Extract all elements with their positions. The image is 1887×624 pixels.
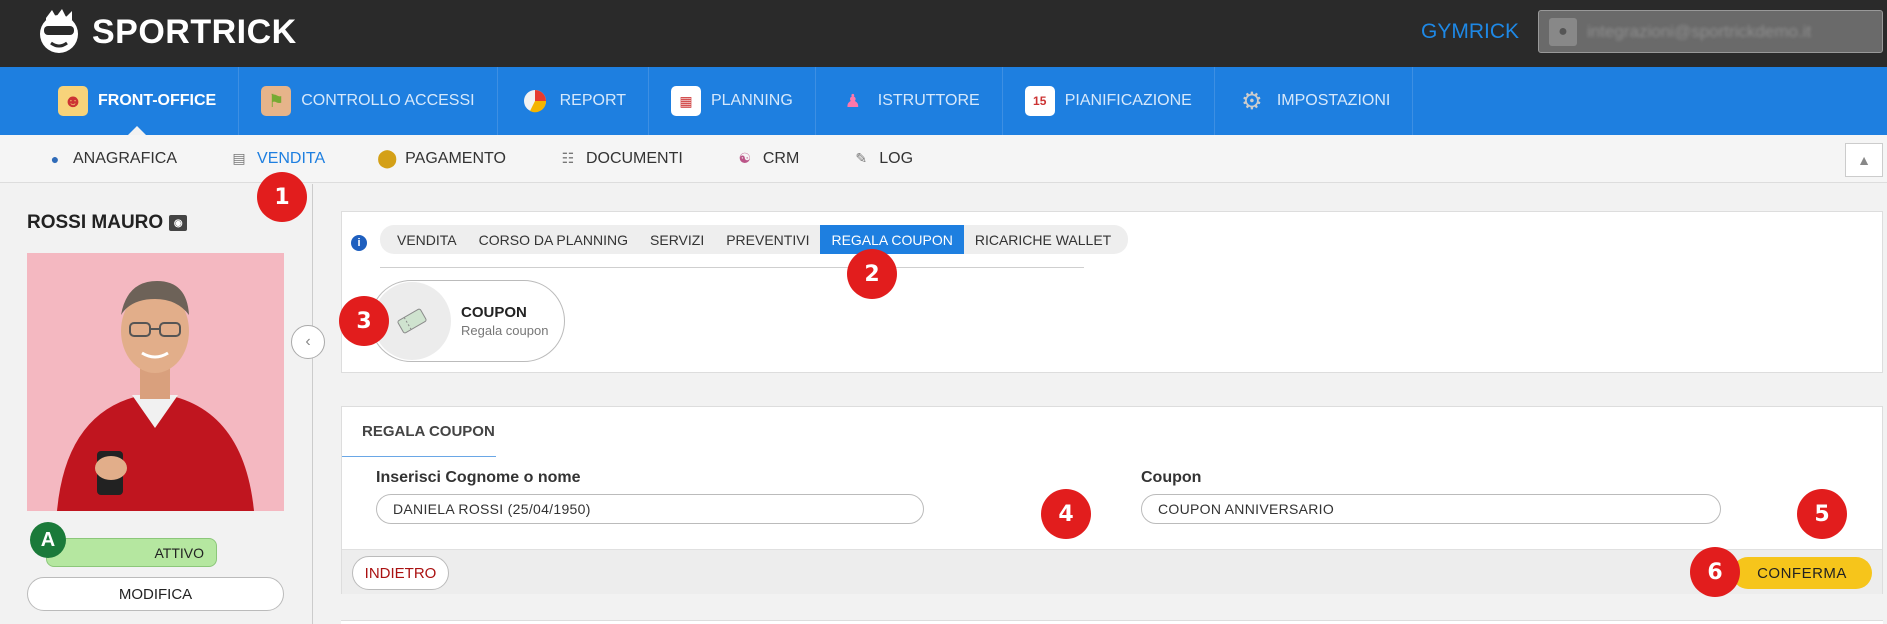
app-name: SPORTRICK xyxy=(92,12,297,51)
annotation-badge-6: 6 xyxy=(1690,547,1740,597)
main-nav-label: ISTRUTTORE xyxy=(877,92,980,109)
sale-type-panel: i VENDITA CORSO DA PLANNING SERVIZI PREV… xyxy=(341,211,1883,373)
coupon-select[interactable]: COUPON ANNIVERSARIO xyxy=(1141,494,1721,524)
tab-servizi[interactable]: SERVIZI xyxy=(639,225,715,254)
pie-chart-icon xyxy=(520,86,550,116)
document-icon: ☷ xyxy=(561,150,575,166)
main-nav-istruttore[interactable]: ♟ ISTRUTTORE xyxy=(816,67,1003,135)
main-nav-label: PIANIFICAZIONE xyxy=(1064,92,1192,109)
log-icon: ✎ xyxy=(855,150,868,166)
app-logo[interactable]: SPORTRICK xyxy=(34,6,297,58)
calendar-grid-icon: ▦ xyxy=(670,86,701,116)
pin-icon: ▲ xyxy=(1857,152,1871,168)
main-nav-impostazioni[interactable]: ⚙ IMPOSTAZIONI xyxy=(1215,67,1414,135)
main-nav-label: FRONT-OFFICE xyxy=(98,92,217,109)
main-nav-label: REPORT xyxy=(559,92,626,109)
sub-nav-log[interactable]: ✎ LOG xyxy=(851,149,913,169)
tab-vendita[interactable]: VENDITA xyxy=(386,225,468,254)
pin-button[interactable]: ▲ xyxy=(1845,143,1883,177)
annotation-badge-1: 1 xyxy=(257,172,307,222)
main-nav-label: PLANNING xyxy=(710,92,793,109)
status-badge: ATTIVO xyxy=(46,538,217,567)
user-email: integrazioni@sportrickdemo.it xyxy=(1587,21,1812,41)
name-search-label: Inserisci Cognome o nome xyxy=(376,469,581,486)
coupon-card-button[interactable]: COUPON Regala coupon xyxy=(370,280,565,362)
access-control-icon: ⚑ xyxy=(261,86,292,116)
person-icon: ● xyxy=(50,150,60,167)
edit-profile-button[interactable]: MODIFICA xyxy=(27,577,284,611)
gym-name-link[interactable]: GYMRICK xyxy=(1421,20,1519,44)
sub-nav-crm[interactable]: ☯ CRM xyxy=(735,149,800,169)
main-nav-controllo-accessi[interactable]: ⚑ CONTROLLO ACCESSI xyxy=(239,67,498,135)
main-nav-report[interactable]: REPORT xyxy=(498,67,649,135)
camera-icon[interactable]: ◉ xyxy=(169,215,188,231)
sub-nav-label: LOG xyxy=(879,149,914,167)
coin-icon: ⬤ xyxy=(377,148,398,168)
next-panel-edge xyxy=(341,620,1883,624)
main-nav-front-office[interactable]: ☻ FRONT-OFFICE xyxy=(36,67,240,135)
coupon-card-title: COUPON xyxy=(461,304,527,321)
form-header-tab[interactable]: REGALA COUPON xyxy=(342,407,496,457)
name-search-input[interactable]: DANIELA ROSSI (25/04/1950) xyxy=(376,494,924,524)
coupon-card-text: COUPON Regala coupon xyxy=(461,304,548,338)
sub-nav-pagamento[interactable]: ⬤ PAGAMENTO xyxy=(377,148,506,169)
coupon-card-subtitle: Regala coupon xyxy=(461,323,549,338)
confirm-button[interactable]: CONFERMA xyxy=(1732,557,1872,589)
main-nav-pianificazione[interactable]: 15 PIANIFICAZIONE xyxy=(1003,67,1215,135)
sub-nav-documenti[interactable]: ☷ DOCUMENTI xyxy=(558,149,683,169)
chevron-left-icon: ‹ xyxy=(305,333,311,350)
tab-regala-coupon[interactable]: REGALA COUPON xyxy=(820,225,964,254)
logo-mascot-icon xyxy=(40,9,78,53)
gift-coupon-form: REGALA COUPON Inserisci Cognome o nome D… xyxy=(341,406,1883,594)
sub-nav-label: VENDITA xyxy=(257,149,326,167)
tabs-divider xyxy=(380,267,1084,268)
top-bar: SPORTRICK GYMRICK ● integrazioni@sportri… xyxy=(0,0,1887,67)
main-nav-label: CONTROLLO ACCESSI xyxy=(301,92,475,109)
user-account-box[interactable]: ● integrazioni@sportrickdemo.it xyxy=(1538,10,1883,53)
sub-nav-anagrafica[interactable]: ● ANAGRAFICA xyxy=(45,149,177,169)
front-office-icon: ☻ xyxy=(58,86,88,116)
status-indicator: A xyxy=(30,522,66,558)
collapse-panel-button[interactable]: ‹ xyxy=(291,325,325,359)
sub-nav-label: PAGAMENTO xyxy=(405,149,506,167)
back-button[interactable]: INDIETRO xyxy=(352,556,449,590)
coupon-label: Coupon xyxy=(1141,469,1202,486)
tab-preventivi[interactable]: PREVENTIVI xyxy=(715,225,820,254)
tab-ricariche-wallet[interactable]: RICARICHE WALLET xyxy=(964,225,1122,254)
main-nav-label: IMPOSTAZIONI xyxy=(1276,92,1391,109)
profile-name-row: ROSSI MAURO ◉ xyxy=(27,212,188,234)
profile-photo xyxy=(27,253,284,511)
calendar-icon: 15 xyxy=(1024,86,1055,116)
handshake-icon: ☯ xyxy=(738,150,752,166)
profile-name: ROSSI MAURO xyxy=(27,212,164,233)
annotation-badge-5: 5 xyxy=(1797,489,1847,539)
user-icon: ● xyxy=(1549,17,1577,46)
info-icon[interactable]: i xyxy=(351,235,367,251)
sub-nav-label: ANAGRAFICA xyxy=(73,149,178,167)
annotation-badge-2: 2 xyxy=(847,249,897,299)
person-photo-illustration xyxy=(27,253,284,511)
sub-nav-label: CRM xyxy=(762,149,800,167)
main-nav: ☻ FRONT-OFFICE ⚑ CONTROLLO ACCESSI REPOR… xyxy=(0,67,1887,135)
profile-panel: ROSSI MAURO ◉ A ATTIVO MODIFICA xyxy=(0,184,313,624)
tab-corso-da-planning[interactable]: CORSO DA PLANNING xyxy=(468,225,639,254)
annotation-badge-3: 3 xyxy=(339,296,389,346)
sub-nav-vendita[interactable]: ▤ VENDITA xyxy=(229,149,325,169)
sale-tabs: VENDITA CORSO DA PLANNING SERVIZI PREVEN… xyxy=(380,225,1129,254)
sub-nav-label: DOCUMENTI xyxy=(585,149,683,167)
annotation-badge-4: 4 xyxy=(1041,489,1091,539)
cash-register-icon: ▤ xyxy=(232,150,246,166)
status-text: ATTIVO xyxy=(154,544,204,561)
gear-icon: ⚙ xyxy=(1241,87,1263,115)
main-nav-planning[interactable]: ▦ PLANNING xyxy=(649,67,816,135)
instructor-icon: ♟ xyxy=(844,90,861,111)
form-footer: INDIETRO CONFERMA xyxy=(342,549,1882,594)
